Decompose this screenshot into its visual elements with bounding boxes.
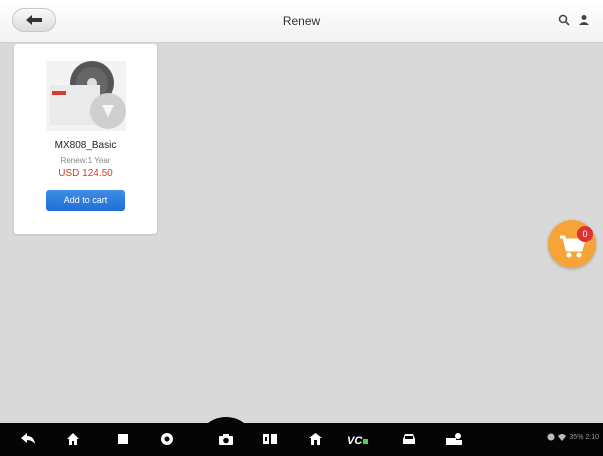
product-image: [46, 61, 126, 131]
status-area: 35% 2:10: [547, 433, 599, 441]
cart-button[interactable]: 0: [548, 220, 596, 268]
product-card[interactable]: MX808_Basic Renew:1 Year USD 124.50 Add …: [14, 44, 157, 234]
nav-camera-icon[interactable]: [215, 428, 237, 450]
status-icon: [547, 433, 555, 441]
nav-recent-apps-icon[interactable]: [112, 428, 134, 450]
page-title: Renew: [282, 14, 321, 28]
product-name: MX808_Basic: [54, 140, 117, 151]
renewal-term: Renew:1 Year: [60, 156, 111, 165]
product-price: USD 124.50: [58, 168, 113, 179]
add-to-cart-button[interactable]: Add to cart: [46, 190, 125, 211]
nav-car-icon[interactable]: [398, 428, 420, 450]
user-icon[interactable]: [576, 12, 592, 28]
wifi-icon: [558, 434, 567, 441]
status-text: 35% 2:10: [569, 433, 599, 441]
nav-shop-icon[interactable]: [443, 428, 465, 450]
nav-display-icon[interactable]: [259, 428, 281, 450]
top-header: Renew: [0, 0, 603, 43]
search-icon[interactable]: [556, 12, 572, 28]
nav-home-icon[interactable]: [62, 428, 84, 450]
bottom-navigation-bar: VC 35% 2:10: [0, 417, 603, 456]
cart-count-badge: 0: [577, 226, 593, 242]
nav-house-icon[interactable]: [304, 428, 326, 450]
nav-browser-icon[interactable]: [156, 428, 178, 450]
nav-vci-icon[interactable]: VC: [347, 428, 369, 450]
svg-text:VC: VC: [347, 435, 363, 445]
nav-back-icon[interactable]: [17, 428, 39, 450]
